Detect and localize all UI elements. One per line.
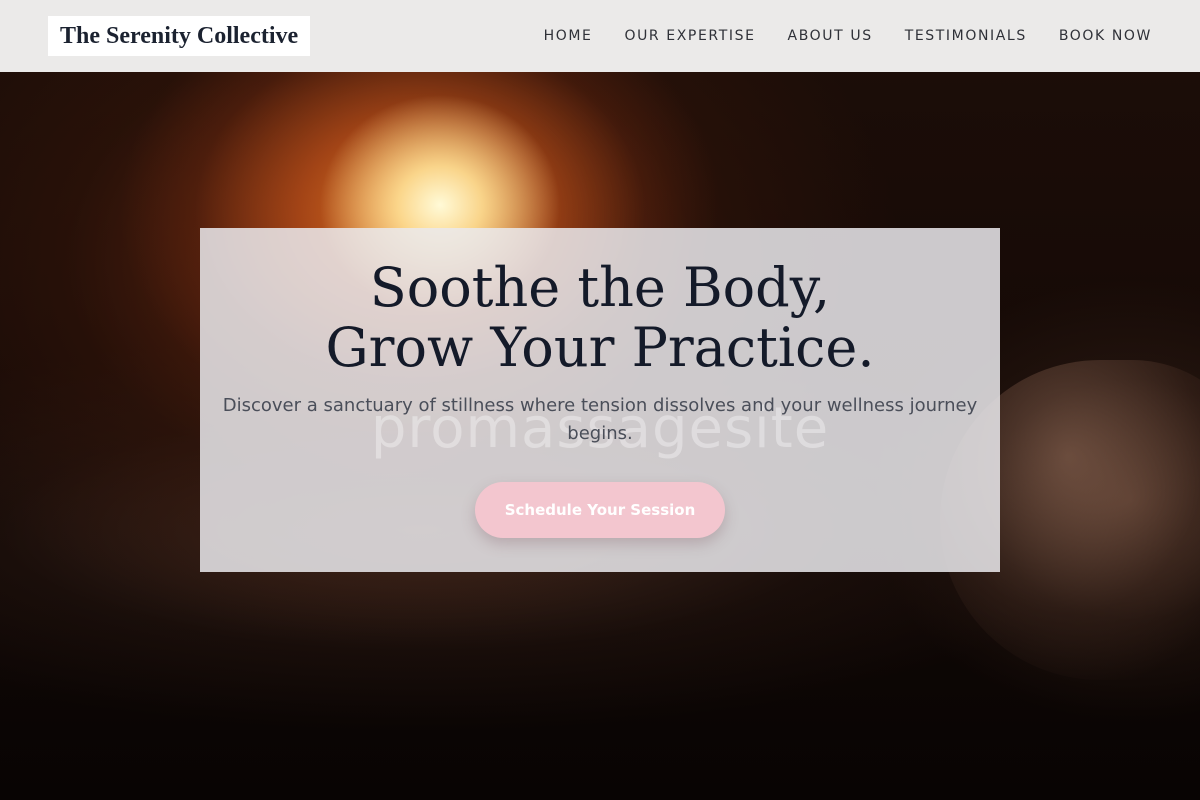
nav-our-expertise[interactable]: OUR EXPERTISE (624, 28, 755, 44)
hero-card: promassagesite Soothe the Body, Grow You… (200, 228, 1000, 572)
nav-book-now[interactable]: BOOK NOW (1059, 28, 1152, 44)
nav-home[interactable]: HOME (544, 28, 593, 44)
hero-headline-line-2: Grow Your Practice. (325, 316, 875, 379)
main-nav: HOME OUR EXPERTISE ABOUT US TESTIMONIALS… (544, 0, 1152, 72)
hero-headline-line-1: Soothe the Body, (369, 256, 831, 319)
nav-about-us[interactable]: ABOUT US (788, 28, 873, 44)
hero-subtext: Discover a sanctuary of stillness where … (222, 395, 978, 444)
schedule-session-button[interactable]: Schedule Your Session (475, 482, 725, 538)
nav-testimonials[interactable]: TESTIMONIALS (905, 28, 1027, 44)
site-logo[interactable]: The Serenity Collective (48, 16, 311, 56)
hero-headline: Soothe the Body, Grow Your Practice. (200, 258, 1000, 378)
site-logo-text: The Serenity Collective (60, 22, 299, 49)
site-header: The Serenity Collective HOME OUR EXPERTI… (0, 0, 1200, 72)
